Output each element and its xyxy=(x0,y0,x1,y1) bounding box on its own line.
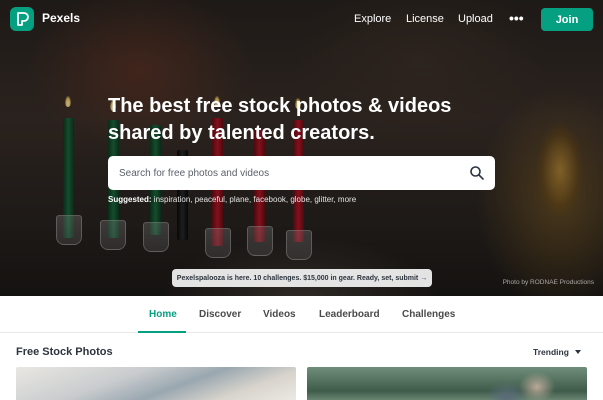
sort-label: Trending xyxy=(533,347,569,357)
brand-name[interactable]: Pexels xyxy=(42,11,80,25)
tab-discover[interactable]: Discover xyxy=(199,309,241,320)
photo-card[interactable] xyxy=(307,367,587,400)
headline-line-1: The best free stock photos & videos xyxy=(108,95,452,117)
nav-explore[interactable]: Explore xyxy=(354,13,391,25)
nav-upload[interactable]: Upload xyxy=(458,13,493,25)
suggested-searches: Suggested: inspiration, peaceful, plane,… xyxy=(108,195,356,204)
tab-videos[interactable]: Videos xyxy=(263,309,296,320)
photo-card[interactable] xyxy=(16,367,296,400)
photo-credit[interactable]: Photo by RODNAE Productions xyxy=(503,279,594,286)
suggested-terms[interactable]: inspiration, peaceful, plane, facebook, … xyxy=(154,195,356,204)
tab-leaderboard[interactable]: Leaderboard xyxy=(319,309,380,320)
search-input[interactable] xyxy=(119,167,449,179)
active-tab-indicator xyxy=(138,331,186,333)
suggested-label: Suggested: xyxy=(108,195,152,204)
hero-banner: Pexels Explore License Upload ••• Join T… xyxy=(0,0,603,296)
pexels-logo-icon[interactable] xyxy=(10,7,34,31)
search-icon[interactable] xyxy=(469,165,485,181)
sort-dropdown[interactable]: Trending xyxy=(533,347,581,357)
join-button[interactable]: Join xyxy=(541,8,593,31)
main-tabs: Home Discover Videos Leaderboard Challen… xyxy=(0,296,603,333)
search-bar[interactable] xyxy=(108,156,495,190)
promo-banner[interactable]: Pexelspalooza is here. 10 challenges. $1… xyxy=(172,269,432,287)
nav-license[interactable]: License xyxy=(406,13,444,25)
chevron-down-icon xyxy=(574,350,581,354)
hero-headline: The best free stock photos & videos shar… xyxy=(108,93,488,147)
more-menu-icon[interactable]: ••• xyxy=(509,10,524,26)
headline-line-2: shared by talented creators. xyxy=(108,122,375,144)
section-title: Free Stock Photos xyxy=(16,346,113,358)
tab-challenges[interactable]: Challenges xyxy=(402,309,455,320)
tab-home[interactable]: Home xyxy=(149,309,177,320)
hero-overlay xyxy=(0,0,603,296)
logo-mark-icon xyxy=(16,12,29,26)
